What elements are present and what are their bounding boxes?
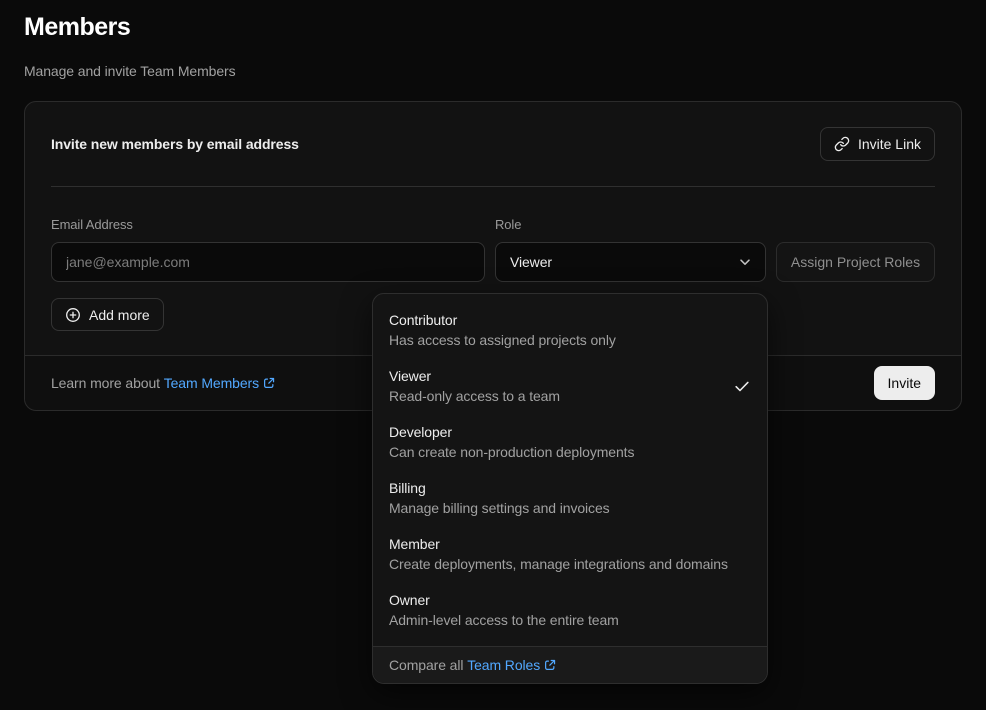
role-option-description: Can create non-production deployments (389, 444, 634, 460)
role-option-owner[interactable]: Owner Admin-level access to the entire t… (373, 582, 767, 638)
role-option-title: Member (389, 536, 440, 552)
invite-card-header: Invite new members by email address Invi… (25, 102, 961, 186)
external-link-icon (543, 658, 557, 672)
role-dropdown-list: Contributor Has access to assigned proje… (373, 294, 767, 646)
role-option-title: Billing (389, 480, 426, 496)
invite-link-button[interactable]: Invite Link (820, 127, 935, 161)
role-dropdown-footer: Compare all Team Roles (373, 646, 767, 683)
email-label: Email Address (51, 217, 485, 232)
compare-all-text: Compare all (389, 657, 463, 673)
external-link-icon (262, 376, 276, 390)
role-option-member[interactable]: Member Create deployments, manage integr… (373, 526, 767, 582)
chevron-down-icon (737, 254, 753, 270)
page-title: Members (24, 0, 962, 42)
invite-button[interactable]: Invite (874, 366, 935, 400)
add-more-button[interactable]: Add more (51, 298, 164, 331)
role-option-description: Has access to assigned projects only (389, 332, 616, 348)
check-icon (733, 377, 751, 395)
link-icon (834, 136, 850, 152)
role-option-title: Viewer (389, 368, 431, 384)
role-option-title: Owner (389, 592, 430, 608)
role-option-title: Developer (389, 424, 452, 440)
role-select-value: Viewer (510, 254, 552, 270)
role-select[interactable]: Viewer (495, 242, 766, 282)
team-members-link[interactable]: Team Members (164, 375, 276, 391)
role-option-description: Admin-level access to the entire team (389, 612, 619, 628)
page-subtitle: Manage and invite Team Members (24, 63, 962, 79)
role-option-description: Manage billing settings and invoices (389, 500, 610, 516)
role-option-billing[interactable]: Billing Manage billing settings and invo… (373, 470, 767, 526)
add-more-label: Add more (89, 307, 150, 323)
learn-more-text: Learn more about (51, 375, 160, 391)
invite-link-label: Invite Link (858, 136, 921, 152)
team-roles-link[interactable]: Team Roles (467, 657, 557, 673)
email-input[interactable] (51, 242, 485, 282)
assign-project-roles-button[interactable]: Assign Project Roles (776, 242, 935, 282)
plus-circle-icon (65, 307, 81, 323)
role-option-contributor[interactable]: Contributor Has access to assigned proje… (373, 302, 767, 358)
role-option-description: Create deployments, manage integrations … (389, 556, 728, 572)
role-option-developer[interactable]: Developer Can create non-production depl… (373, 414, 767, 470)
role-option-description: Read-only access to a team (389, 388, 560, 404)
role-dropdown-menu: Contributor Has access to assigned proje… (372, 293, 768, 684)
invite-card-title: Invite new members by email address (51, 136, 299, 152)
role-label: Role (495, 217, 766, 232)
role-option-title: Contributor (389, 312, 457, 328)
role-option-viewer[interactable]: Viewer Read-only access to a team (373, 358, 767, 414)
